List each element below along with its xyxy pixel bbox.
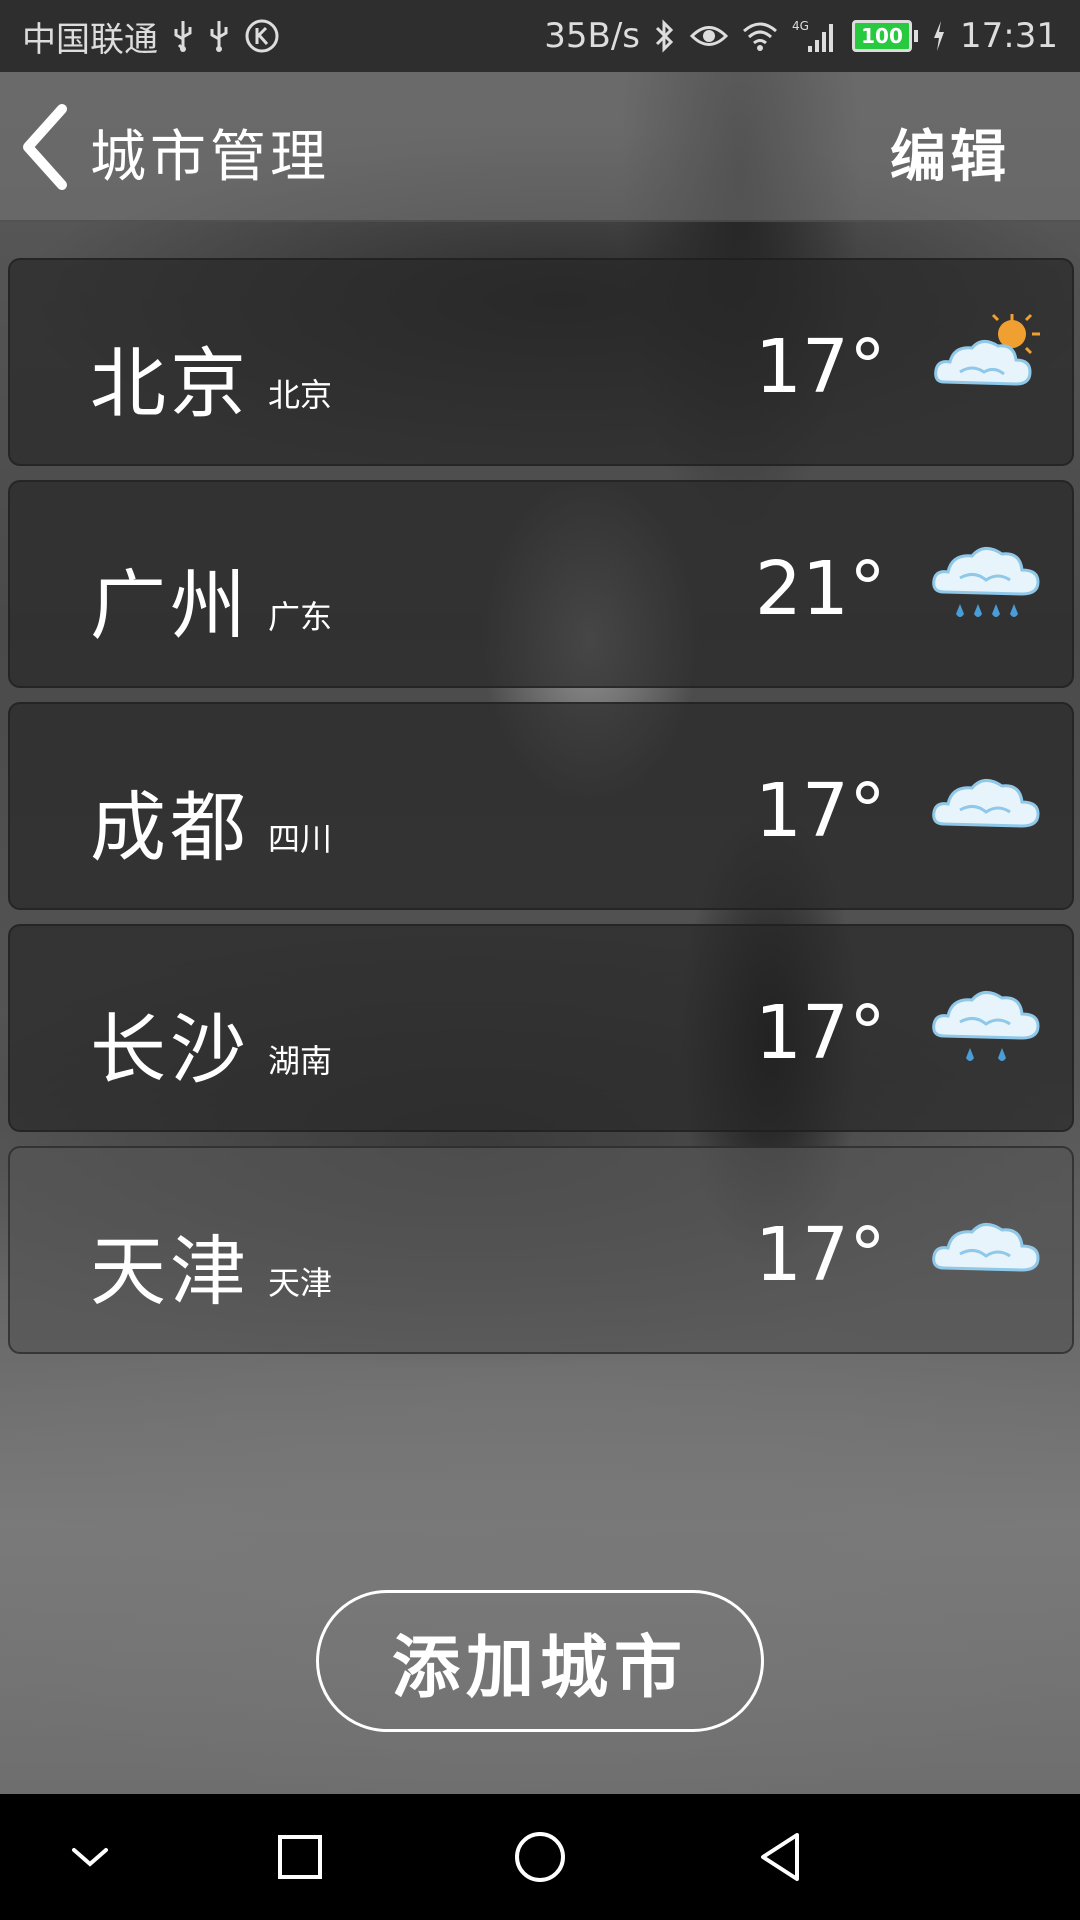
clock-label: 17:31 <box>960 16 1058 56</box>
temperature: 17° <box>754 990 886 1076</box>
province-name: 广东 <box>268 598 333 636</box>
temperature: 17° <box>754 324 886 410</box>
net-speed-label: 35B/s <box>544 16 641 56</box>
recents-icon <box>278 1835 322 1879</box>
city-name: 天津 <box>90 1227 250 1316</box>
back-icon <box>761 1833 799 1881</box>
province-name: 天津 <box>268 1264 333 1302</box>
edit-button[interactable]: 编辑 <box>890 112 1010 193</box>
charging-icon <box>932 20 946 52</box>
city-name: 北京 <box>90 339 250 428</box>
home-icon <box>515 1832 565 1882</box>
usb-icon <box>208 19 230 53</box>
back-button[interactable] <box>14 100 74 194</box>
collapse-button[interactable] <box>50 1820 130 1894</box>
cloudy-icon <box>932 1223 1040 1272</box>
recents-button[interactable] <box>260 1820 340 1894</box>
status-left: 中国联通 <box>22 12 280 61</box>
city-card-chengdu[interactable]: 成都 四川 17° <box>8 702 1074 910</box>
bluetooth-icon <box>654 18 676 54</box>
temperature: 17° <box>754 1212 886 1298</box>
signal-icon: 4G <box>792 18 838 54</box>
province-name: 湖南 <box>268 1042 333 1080</box>
province-name: 四川 <box>268 820 333 858</box>
city-management-screen: 中国联通 35B/s 4G 100 17:31 城市管理 编辑 北京 北京 17… <box>0 0 1080 1920</box>
battery-tip <box>914 30 919 42</box>
nav-back-button[interactable] <box>740 1820 820 1894</box>
page-title: 城市管理 <box>90 125 330 190</box>
heavy-rain-icon <box>932 547 1040 617</box>
carrier-label: 中国联通 <box>22 19 158 60</box>
city-list: 北京 北京 17° 广州 广东 21° 成都 四川 17° 长沙 湖南 17° … <box>8 258 1074 1368</box>
battery-level: 100 <box>852 20 913 52</box>
city-name: 成都 <box>90 783 250 872</box>
battery-icon: 100 <box>852 20 919 52</box>
city-card-beijing[interactable]: 北京 北京 17° <box>8 258 1074 466</box>
navigation-bar <box>0 1794 1080 1920</box>
status-bar: 中国联通 35B/s 4G 100 17:31 <box>0 0 1080 72</box>
chevron-left-icon <box>23 104 67 190</box>
add-city-button[interactable]: 添加城市 <box>316 1590 764 1732</box>
temperature: 21° <box>754 546 886 632</box>
wifi-icon <box>742 21 778 51</box>
collapse-icon <box>72 1848 108 1867</box>
partly-sunny-icon <box>934 313 1040 386</box>
k-circle-icon <box>244 18 280 54</box>
cloudy-icon <box>932 779 1040 828</box>
city-card-tianjin[interactable]: 天津 天津 17° <box>8 1146 1074 1354</box>
city-name: 长沙 <box>90 1005 250 1094</box>
eye-icon <box>690 21 729 51</box>
city-card-changsha[interactable]: 长沙 湖南 17° <box>8 924 1074 1132</box>
usb-icon <box>172 19 194 53</box>
status-right: 35B/s 4G 100 17:31 <box>544 16 1058 56</box>
home-button[interactable] <box>500 1820 580 1894</box>
province-name: 北京 <box>268 376 333 414</box>
city-card-guangzhou[interactable]: 广州 广东 21° <box>8 480 1074 688</box>
network-type-label: 4G <box>792 19 809 33</box>
title-bar: 城市管理 编辑 <box>0 72 1080 222</box>
light-rain-icon <box>932 991 1040 1061</box>
temperature: 17° <box>754 768 886 854</box>
city-name: 广州 <box>90 561 250 650</box>
